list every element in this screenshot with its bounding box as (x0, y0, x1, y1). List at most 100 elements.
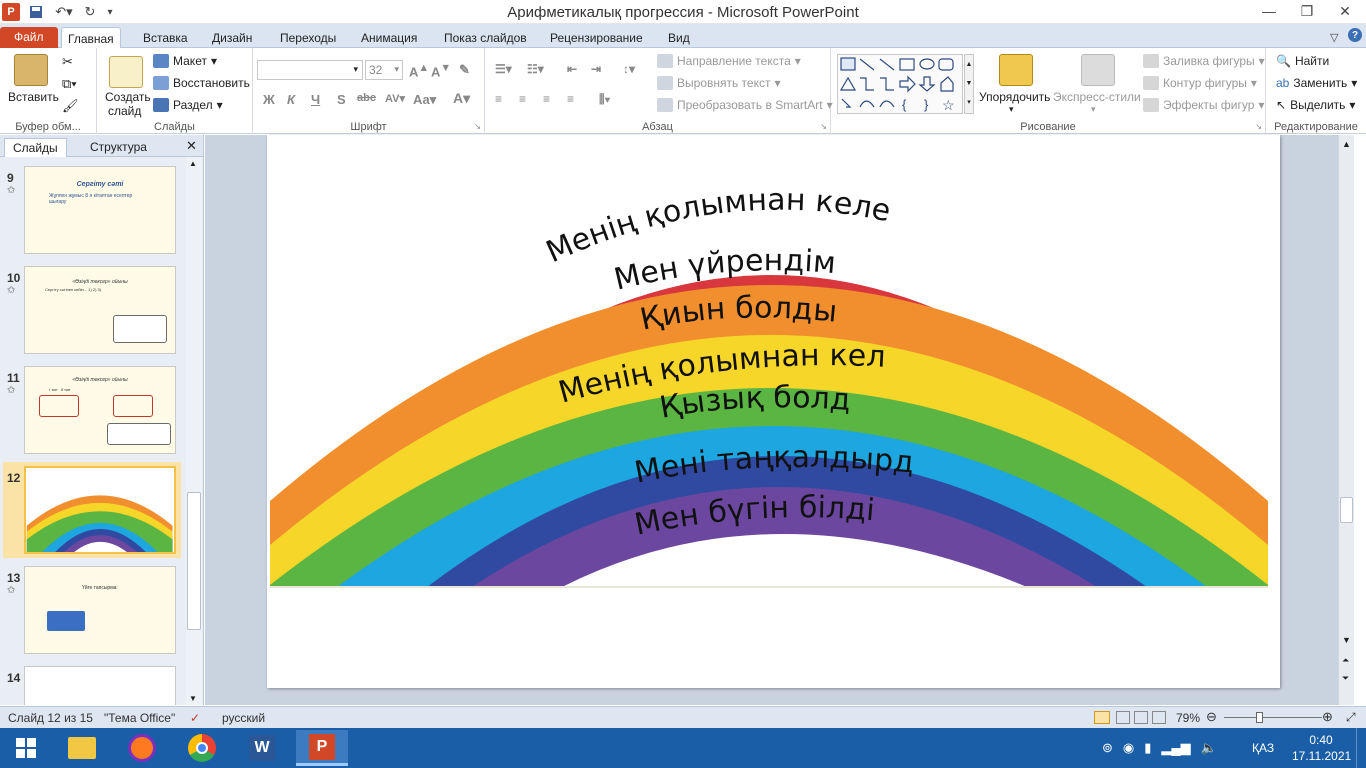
shape-effects-button[interactable]: Эффекты фигур ▾ (1143, 98, 1264, 112)
network-status-icon[interactable]: ◉ (1123, 740, 1134, 756)
font-color-button[interactable]: A▾ (453, 90, 470, 107)
arrange-dropdown-icon[interactable]: ▾ (1009, 104, 1014, 115)
quick-styles-dropdown-icon[interactable]: ▾ (1091, 104, 1096, 115)
italic-button[interactable]: К (287, 92, 295, 107)
scroll-thumb[interactable] (187, 492, 201, 630)
minimize-ribbon-icon[interactable]: ▽ (1330, 28, 1338, 46)
layout-button[interactable]: Макет ▾ (153, 54, 217, 68)
underline-button[interactable]: Ч (311, 92, 320, 107)
help-icon[interactable]: ? (1348, 28, 1362, 42)
tab-outline[interactable]: Структура (82, 138, 155, 157)
tab-slideshow[interactable]: Показ слайдов (438, 27, 533, 48)
transition-star-icon[interactable]: ✩ (7, 385, 15, 396)
reading-view-icon[interactable] (1134, 711, 1148, 724)
drawing-dialog-launcher-icon[interactable]: ↘ (1255, 122, 1262, 131)
zoom-slider[interactable] (1224, 717, 1322, 718)
numbering-icon[interactable]: ☷▾ (527, 62, 544, 76)
scroll-thumb[interactable] (1340, 497, 1353, 523)
chrome-icon[interactable] (176, 730, 228, 766)
language-indicator-tray[interactable]: ҚАЗ (1252, 728, 1274, 768)
paste-button[interactable]: Вставить (8, 90, 59, 104)
shadow-button[interactable]: S (337, 92, 346, 107)
shape-outline-button[interactable]: Контур фигуры ▾ (1143, 76, 1257, 90)
start-icon[interactable] (0, 730, 52, 766)
line-spacing-icon[interactable]: ↕▾ (623, 62, 635, 76)
transition-star-icon[interactable]: ✩ (7, 585, 15, 596)
file-explorer-icon[interactable] (56, 730, 108, 766)
zoom-in-icon[interactable]: ⊕ (1322, 709, 1333, 725)
decrease-indent-icon[interactable]: ⇤ (567, 62, 577, 76)
arrange-button[interactable]: Упорядочить (979, 90, 1050, 104)
slide-thumbnail-14[interactable] (24, 666, 176, 705)
smartart-button[interactable]: Преобразовать в SmartArt ▾ (657, 98, 833, 112)
show-desktop-button[interactable] (1356, 728, 1366, 768)
font-size-input[interactable]: 32 ▾ (365, 60, 403, 80)
bold-button[interactable]: Ж (263, 92, 275, 107)
cut-icon[interactable]: ✂ (62, 54, 73, 70)
slide-thumbnail-11[interactable]: «Өзіңді тексер» ойыны I топ II топ (24, 366, 176, 454)
transition-star-icon[interactable]: ✩ (7, 185, 15, 196)
paragraph-dialog-launcher-icon[interactable]: ↘ (820, 122, 827, 131)
bullets-icon[interactable]: ☰▾ (495, 62, 512, 76)
shape-fill-button[interactable]: Заливка фигуры ▾ (1143, 54, 1265, 68)
strikethrough-button[interactable]: abc (357, 92, 376, 104)
next-slide-icon[interactable]: ⏷ (1342, 673, 1349, 684)
clock[interactable]: 0:40 17.11.2021 (1292, 732, 1351, 764)
battery-icon[interactable]: ▮ (1144, 740, 1151, 756)
fit-slide-icon[interactable]: ⤢ (1346, 710, 1356, 725)
slide-vertical-scrollbar[interactable]: ▲ ▼ ⏶ ⏷ (1338, 135, 1354, 705)
current-slide[interactable]: Менің қолымнан келеді Мен үйрендім Қиын … (267, 135, 1280, 688)
powerpoint-taskbar-icon[interactable]: P (296, 730, 348, 766)
normal-view-icon[interactable] (1094, 711, 1110, 724)
align-left-icon[interactable]: ≡ (495, 92, 502, 106)
signal-icon[interactable]: ▂▄▆ (1161, 740, 1190, 756)
shapes-gallery-scroll[interactable]: ▲ ▼ ▾ (964, 54, 974, 114)
align-right-icon[interactable]: ≡ (543, 92, 550, 106)
slides-pane-scrollbar[interactable]: ▲ ▼ (186, 157, 202, 705)
tab-animations[interactable]: Анимация (355, 27, 423, 48)
tab-review[interactable]: Рецензирование (544, 27, 649, 48)
scroll-down-icon[interactable]: ▼ (189, 694, 197, 703)
tab-insert[interactable]: Вставка (137, 27, 194, 48)
zoom-level[interactable]: 79% (1176, 711, 1200, 725)
format-painter-icon[interactable]: 🖌 (62, 98, 79, 114)
theme-name[interactable]: "Тема Office" (104, 711, 175, 725)
columns-icon[interactable]: ⫼▾ (599, 92, 610, 107)
tab-slides[interactable]: Слайды (4, 138, 67, 157)
transition-star-icon[interactable]: ✩ (7, 285, 15, 296)
tab-view[interactable]: Вид (662, 27, 696, 48)
restore-icon[interactable]: ❐ (1288, 0, 1326, 22)
scroll-down-icon[interactable]: ▼ (1342, 635, 1351, 645)
slide-thumbnail-12[interactable] (24, 466, 176, 554)
tab-design[interactable]: Дизайн (206, 27, 258, 48)
minimize-icon[interactable]: — (1250, 0, 1288, 22)
tab-transitions[interactable]: Переходы (274, 27, 342, 48)
select-button[interactable]: ↖ Выделить ▾ (1276, 98, 1355, 112)
align-center-icon[interactable]: ≡ (519, 92, 526, 106)
find-button[interactable]: 🔍 Найти (1276, 54, 1329, 68)
scroll-up-icon[interactable]: ▲ (1342, 139, 1351, 149)
new-slide-label-2[interactable]: слайд (108, 104, 141, 118)
shrink-font-icon[interactable]: A▼ (431, 62, 451, 79)
arrange-icon[interactable] (999, 54, 1033, 86)
zoom-out-icon[interactable]: ⊖ (1206, 709, 1217, 725)
paste-icon[interactable] (14, 54, 48, 86)
new-slide-label-1[interactable]: Создать (105, 90, 151, 104)
text-direction-button[interactable]: Направление текста ▾ (657, 54, 801, 68)
firefox-icon[interactable] (116, 730, 168, 766)
justify-icon[interactable]: ≡ (567, 92, 574, 106)
close-pane-icon[interactable]: ✕ (186, 138, 197, 154)
char-spacing-button[interactable]: AV▾ (385, 92, 405, 105)
spell-check-icon[interactable]: ✓ (190, 711, 200, 725)
skype-icon[interactable]: ⊚ (1102, 740, 1113, 756)
shapes-gallery[interactable]: {} ☆ (837, 54, 963, 114)
increase-indent-icon[interactable]: ⇥ (591, 62, 601, 76)
quick-styles-button[interactable]: Экспресс-стили (1053, 90, 1141, 104)
grow-font-icon[interactable]: A▲ (409, 62, 429, 79)
slide-thumbnail-10[interactable]: «Өзіңді тексер» ойыны Сергіту сәтінен ке… (24, 266, 176, 354)
new-slide-icon[interactable] (109, 56, 143, 88)
slide-thumbnail-9[interactable]: Сергіту сәті Жұппен жұмыс 8 ә кітаптан е… (24, 166, 176, 254)
slideshow-icon[interactable] (1152, 711, 1166, 724)
clear-formatting-icon[interactable]: ✎ (459, 62, 470, 78)
close-icon[interactable]: ✕ (1326, 0, 1364, 22)
